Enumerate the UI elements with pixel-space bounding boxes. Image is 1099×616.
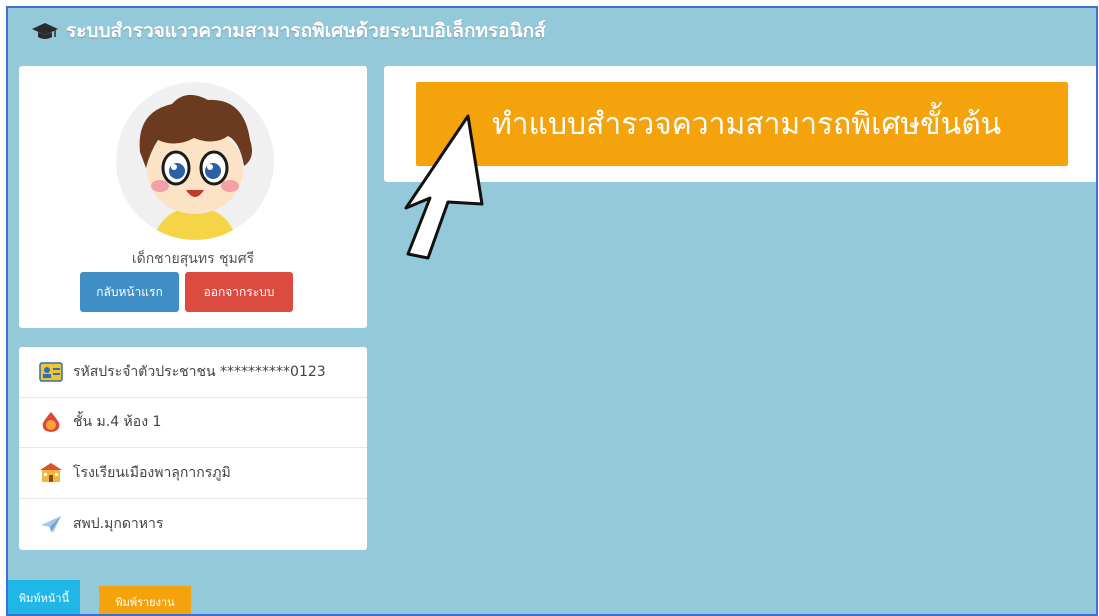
profile-card: เด็กชายสุนทร ชุมศรี กลับหน้าแรก ออกจากระ… <box>19 66 367 328</box>
graduation-cap-icon <box>32 23 58 39</box>
boy-avatar-icon <box>116 82 274 240</box>
list-item: ชั้น ม.4 ห้อง 1 <box>19 398 367 448</box>
student-name: เด็กชายสุนทร ชุมศรี <box>131 251 255 267</box>
print-page-button[interactable]: พิมพ์หน้านี้ <box>8 580 80 614</box>
id-card-icon <box>39 362 63 382</box>
school-text: โรงเรียนเมืองพาลุกากรภูมิ <box>73 464 231 481</box>
start-survey-button[interactable]: ทำแบบสำรวจความสามารถพิเศษขั้นต้น <box>416 82 1068 166</box>
class-text: ชั้น ม.4 ห้อง 1 <box>73 414 162 431</box>
logout-button[interactable]: ออกจากระบบ <box>185 272 293 312</box>
home-button[interactable]: กลับหน้าแรก <box>80 272 179 312</box>
pointer-arrow-icon <box>404 114 484 260</box>
list-item: สพป.มุกดาหาร <box>19 499 367 550</box>
list-item: รหัสประจำตัวประชาชน **********0123 <box>19 347 367 398</box>
district-text: สพป.มุกดาหาร <box>73 515 164 532</box>
student-info-list: รหัสประจำตัวประชาชน **********0123 ชั้น … <box>19 347 367 550</box>
list-item: โรงเรียนเมืองพาลุกากรภูมิ <box>19 448 367 499</box>
school-building-icon <box>40 462 62 482</box>
print-report-button[interactable]: พิมพ์รายงาน <box>99 586 191 614</box>
app-frame: ระบบสำรวจแววความสามารถพิเศษด้วยระบบอิเล็… <box>6 6 1098 616</box>
flame-icon <box>42 412 60 433</box>
page-title: ระบบสำรวจแววความสามารถพิเศษด้วยระบบอิเล็… <box>66 20 546 42</box>
paper-plane-icon <box>41 515 61 533</box>
national-id-text: รหัสประจำตัวประชาชน **********0123 <box>73 363 326 380</box>
header-bar: ระบบสำรวจแววความสามารถพิเศษด้วยระบบอิเล็… <box>8 8 1096 54</box>
